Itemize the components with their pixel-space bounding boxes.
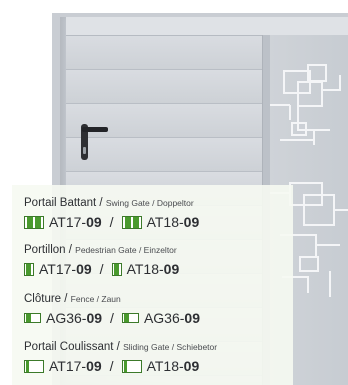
product-code: AT17-09 bbox=[49, 214, 102, 230]
category-subtitle: Pedestrian Gate / Einzeltor bbox=[75, 245, 177, 255]
gate-top-rail bbox=[66, 17, 348, 36]
title-separator: / bbox=[61, 293, 71, 305]
category-swing-gate: Portail Battant / Swing Gate / Doppeltor… bbox=[24, 196, 199, 230]
category-title: Portail Coulissant bbox=[24, 341, 114, 353]
fence-panel-icon bbox=[121, 313, 139, 323]
sliding-gate-icon bbox=[121, 359, 142, 373]
category-title: Portail Battant bbox=[24, 197, 97, 209]
category-title-line: Clôture / Fence / Zaun bbox=[24, 292, 200, 306]
title-separator: / bbox=[113, 341, 124, 353]
gate-slat bbox=[66, 104, 262, 138]
product-code: AT18-09 bbox=[126, 261, 180, 277]
category-title: Clôture bbox=[24, 293, 62, 305]
double-leaf-gate-icon bbox=[121, 215, 142, 229]
category-title-line: Portillon / Pedestrian Gate / Einzeltor bbox=[24, 243, 179, 257]
category-subtitle: Sliding Gate / Schiebetor bbox=[123, 342, 218, 352]
door-handle-lever bbox=[82, 127, 108, 132]
title-separator: / bbox=[96, 197, 106, 209]
fence-panel-icon bbox=[24, 313, 41, 323]
code-separator: / bbox=[109, 214, 114, 230]
product-code: AT18-09 bbox=[146, 358, 200, 374]
category-subtitle: Fence / Zaun bbox=[70, 294, 121, 304]
sliding-gate-icon bbox=[24, 359, 44, 373]
category-title-line: Portail Battant / Swing Gate / Doppeltor bbox=[24, 196, 199, 210]
code-list: AT17-09 / AT18-09 bbox=[24, 261, 179, 277]
code-list: AT17-09 / AT18-09 bbox=[24, 358, 217, 374]
category-pedestrian-gate: Portillon / Pedestrian Gate / Einzeltor … bbox=[24, 243, 179, 277]
category-title-line: Portail Coulissant / Sliding Gate / Schi… bbox=[24, 340, 217, 354]
product-code: AG36-09 bbox=[143, 310, 200, 326]
product-code: AT17-09 bbox=[39, 261, 92, 277]
product-code: AG36-09 bbox=[46, 310, 103, 326]
single-leaf-gate-icon bbox=[24, 262, 34, 276]
keyhole-icon bbox=[83, 147, 86, 154]
code-list: AG36-09 / AG36-09 bbox=[24, 310, 200, 326]
product-code: AT17-09 bbox=[49, 358, 102, 374]
category-subtitle: Swing Gate / Doppeltor bbox=[105, 198, 194, 208]
single-leaf-gate-icon bbox=[111, 262, 122, 276]
double-leaf-gate-icon bbox=[24, 215, 44, 229]
category-sliding-gate: Portail Coulissant / Sliding Gate / Schi… bbox=[24, 340, 217, 374]
gate-slat bbox=[66, 70, 262, 104]
category-fence: Clôture / Fence / Zaun AG36-09 / AG36-09 bbox=[24, 292, 200, 326]
code-separator: / bbox=[110, 310, 114, 326]
code-list: AT17-09 / AT18-09 bbox=[24, 214, 199, 230]
code-separator: / bbox=[109, 358, 114, 374]
product-code: AT18-09 bbox=[146, 214, 200, 230]
gate-slat bbox=[66, 36, 262, 70]
title-separator: / bbox=[65, 244, 76, 256]
code-separator: / bbox=[99, 261, 104, 277]
gate-slat bbox=[66, 138, 262, 172]
category-title: Portillon bbox=[24, 244, 66, 256]
